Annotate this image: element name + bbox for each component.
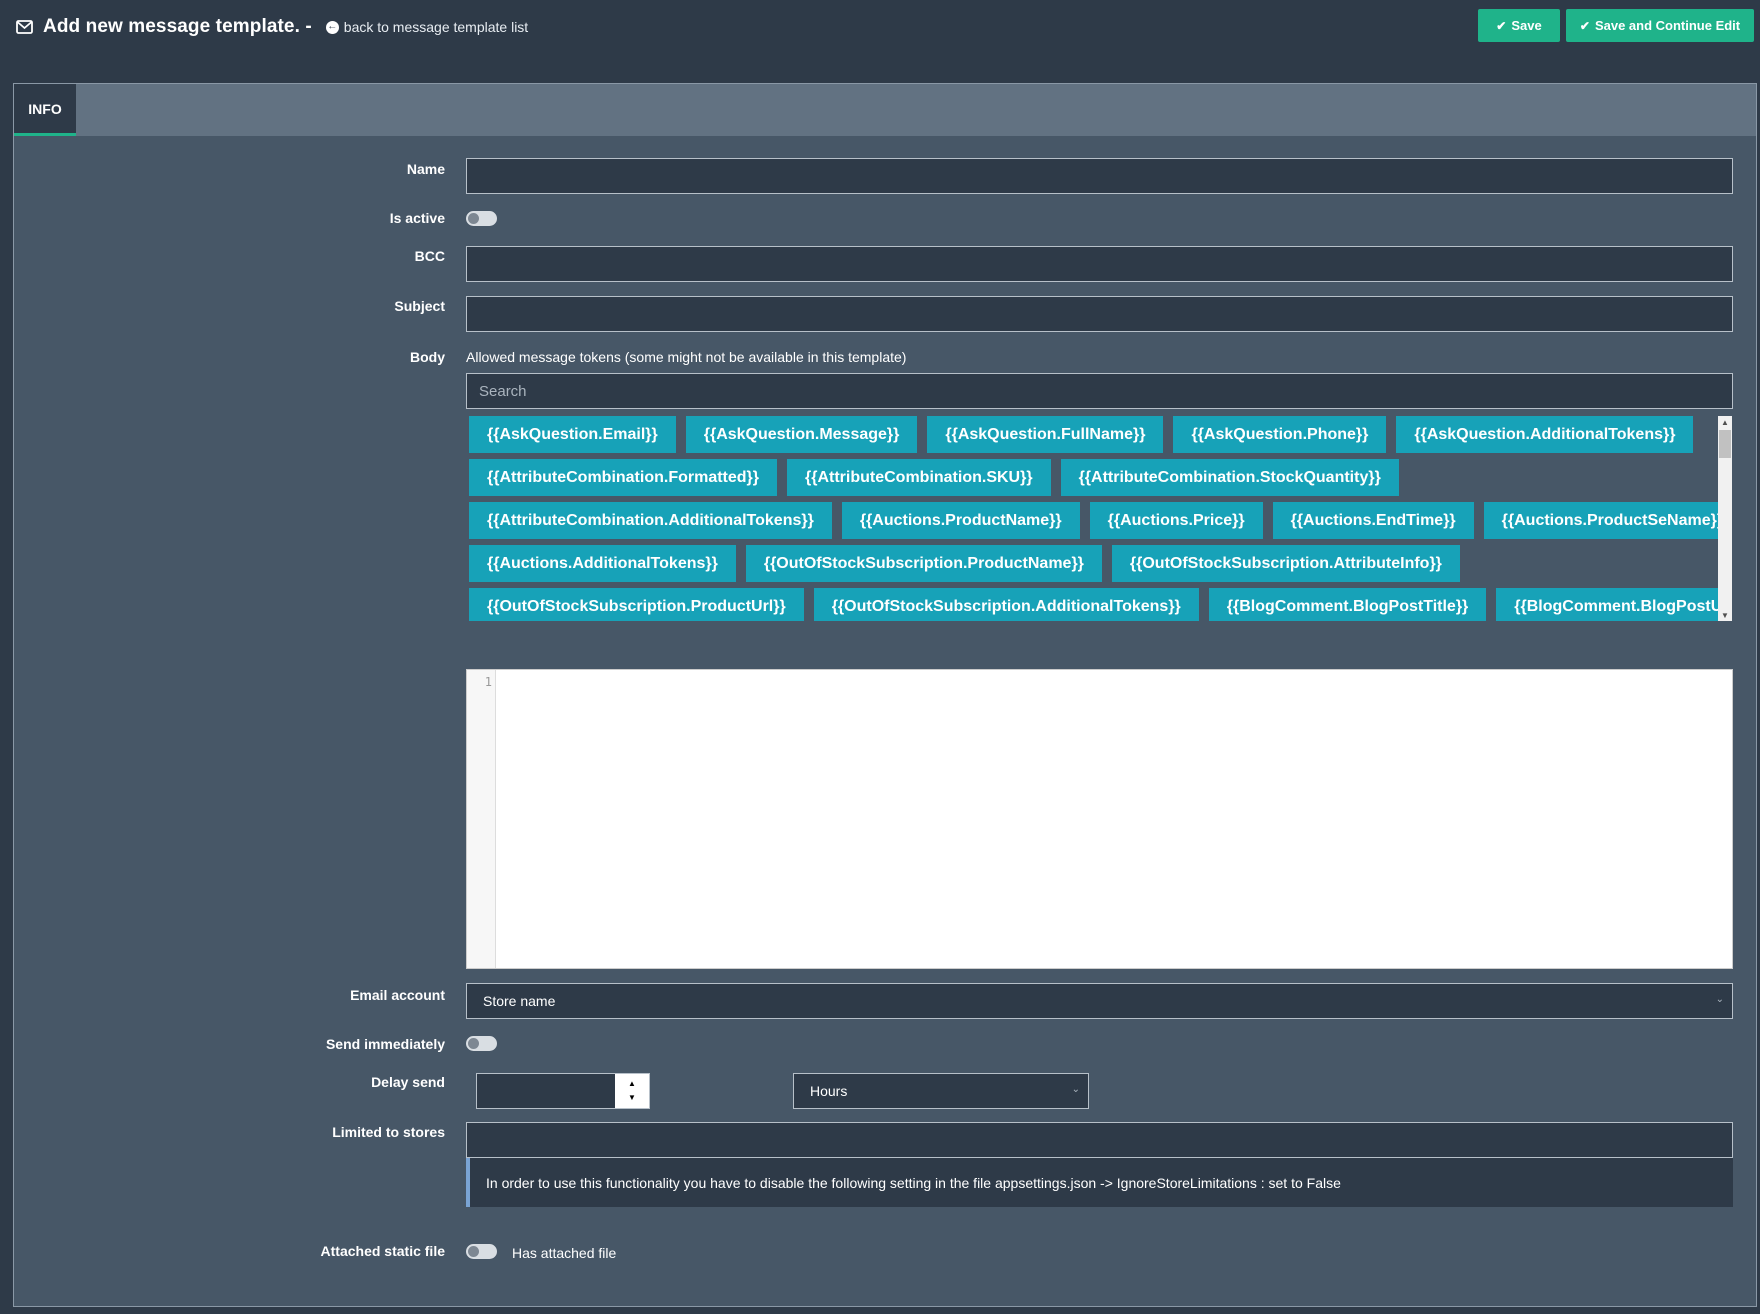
token-row: {{AttributeCombination.Formatted}} {{Att… xyxy=(469,459,1409,496)
save-label: Save xyxy=(1511,18,1542,33)
scroll-up-icon[interactable]: ▲ xyxy=(1718,416,1732,428)
email-account-value: Store name xyxy=(483,993,556,1009)
tab-strip: INFO xyxy=(14,84,1756,136)
arrow-circle-left-icon: ← xyxy=(325,20,339,34)
token-button[interactable]: {{OutOfStockSubscription.AdditionalToken… xyxy=(813,588,1199,621)
body-hint: Allowed message tokens (some might not b… xyxy=(466,349,907,365)
send-immediately-toggle[interactable] xyxy=(466,1036,497,1051)
back-link-label: back to message template list xyxy=(343,19,529,35)
subject-input[interactable] xyxy=(466,296,1733,332)
body-label: Body xyxy=(410,349,445,365)
title-area: Add new message template. - ← back to me… xyxy=(16,14,528,40)
attached-file-toggle[interactable] xyxy=(466,1244,497,1259)
token-button[interactable]: {{Auctions.EndTime}} xyxy=(1272,502,1474,539)
token-button[interactable]: {{AskQuestion.FullName}} xyxy=(927,416,1164,453)
delay-unit-value: Hours xyxy=(810,1083,848,1099)
top-bar: Add new message template. - ← back to me… xyxy=(0,0,1760,84)
chevron-down-icon: ⌄ xyxy=(1715,994,1724,1005)
email-account-select[interactable]: Store name ⌄ xyxy=(466,983,1733,1019)
limited-stores-input[interactable] xyxy=(466,1122,1733,1158)
send-immediately-label: Send immediately xyxy=(325,1036,445,1052)
check-circle-icon: ✔ xyxy=(1579,18,1590,33)
scroll-down-icon[interactable]: ▼ xyxy=(1718,609,1732,621)
token-button[interactable]: {{Auctions.ProductName}} xyxy=(841,502,1080,539)
email-account-label: Email account xyxy=(350,987,445,1003)
body-code-editor[interactable]: 1 xyxy=(466,669,1733,969)
name-input[interactable] xyxy=(466,158,1733,194)
delay-send-stepper[interactable]: ▲ ▼ xyxy=(476,1073,650,1109)
save-continue-label: Save and Continue Edit xyxy=(1594,18,1741,33)
token-button[interactable]: {{AskQuestion.Phone}} xyxy=(1173,416,1387,453)
token-button[interactable]: {{AttributeCombination.StockQuantity}} xyxy=(1060,459,1399,496)
token-button[interactable]: {{AskQuestion.Message}} xyxy=(685,416,918,453)
token-button[interactable]: {{AttributeCombination.AdditionalTokens}… xyxy=(469,502,832,539)
token-row: {{OutOfStockSubscription.ProductUrl}} {{… xyxy=(469,588,1718,621)
token-list: {{AskQuestion.Email}} {{AskQuestion.Mess… xyxy=(466,416,1718,621)
check-icon: ✔ xyxy=(1496,18,1507,33)
token-list-scrollbar[interactable]: ▲ ▼ xyxy=(1718,416,1732,621)
token-button[interactable]: {{BlogComment.BlogPostTitle}} xyxy=(1208,588,1487,621)
token-row: {{Auctions.AdditionalTokens}} {{OutOfSto… xyxy=(469,545,1470,582)
has-attached-file-label: Has attached file xyxy=(512,1245,617,1261)
token-button[interactable]: {{AttributeCombination.SKU}} xyxy=(787,459,1051,496)
envelope-icon xyxy=(16,20,33,34)
token-button[interactable]: {{Auctions.ProductSeName}} xyxy=(1483,502,1718,539)
subject-label: Subject xyxy=(394,298,445,314)
is-active-toggle[interactable] xyxy=(466,211,497,226)
token-search-input[interactable]: Search xyxy=(466,373,1733,409)
delay-unit-select[interactable]: Hours ⌄ xyxy=(793,1073,1089,1109)
name-label: Name xyxy=(406,161,445,177)
save-and-continue-button[interactable]: ✔ Save and Continue Edit xyxy=(1566,9,1754,42)
bcc-label: BCC xyxy=(414,248,445,264)
token-button[interactable]: {{BlogComment.BlogPostURL}} xyxy=(1496,588,1718,621)
limited-stores-label: Limited to stores xyxy=(332,1124,445,1140)
token-button[interactable]: {{Auctions.Price}} xyxy=(1089,502,1263,539)
is-active-label: Is active xyxy=(389,210,445,226)
attached-file-label: Attached static file xyxy=(320,1243,445,1259)
token-button[interactable]: {{Auctions.AdditionalTokens}} xyxy=(469,545,736,582)
save-button[interactable]: ✔ Save xyxy=(1478,9,1560,42)
token-button[interactable]: {{OutOfStockSubscription.AttributeInfo}} xyxy=(1111,545,1460,582)
spin-up-icon[interactable]: ▲ xyxy=(628,1077,636,1091)
line-number: 1 xyxy=(484,675,492,689)
spin-buttons[interactable]: ▲ ▼ xyxy=(615,1074,649,1108)
chevron-down-icon: ⌄ xyxy=(1071,1084,1080,1095)
bcc-input[interactable] xyxy=(466,246,1733,282)
store-limitation-info: In order to use this functionality you h… xyxy=(466,1158,1733,1207)
spin-down-icon[interactable]: ▼ xyxy=(628,1091,636,1105)
scrollbar-thumb[interactable] xyxy=(1719,430,1731,458)
page-title: Add new message template. - xyxy=(43,16,312,37)
back-to-list-link[interactable]: ← back to message template list xyxy=(325,19,529,35)
tab-info[interactable]: INFO xyxy=(14,84,76,136)
delay-send-label: Delay send xyxy=(371,1074,445,1090)
token-button[interactable]: {{OutOfStockSubscription.ProductName}} xyxy=(745,545,1102,582)
token-button[interactable]: {{AskQuestion.Email}} xyxy=(469,416,676,453)
token-button[interactable]: {{AttributeCombination.Formatted}} xyxy=(469,459,777,496)
token-row: {{AttributeCombination.AdditionalTokens}… xyxy=(469,502,1718,539)
token-row: {{AskQuestion.Email}} {{AskQuestion.Mess… xyxy=(469,416,1703,453)
token-button[interactable]: {{OutOfStockSubscription.ProductUrl}} xyxy=(469,588,804,621)
editor-gutter: 1 xyxy=(467,670,496,968)
token-button[interactable]: {{AskQuestion.AdditionalTokens}} xyxy=(1396,416,1694,453)
